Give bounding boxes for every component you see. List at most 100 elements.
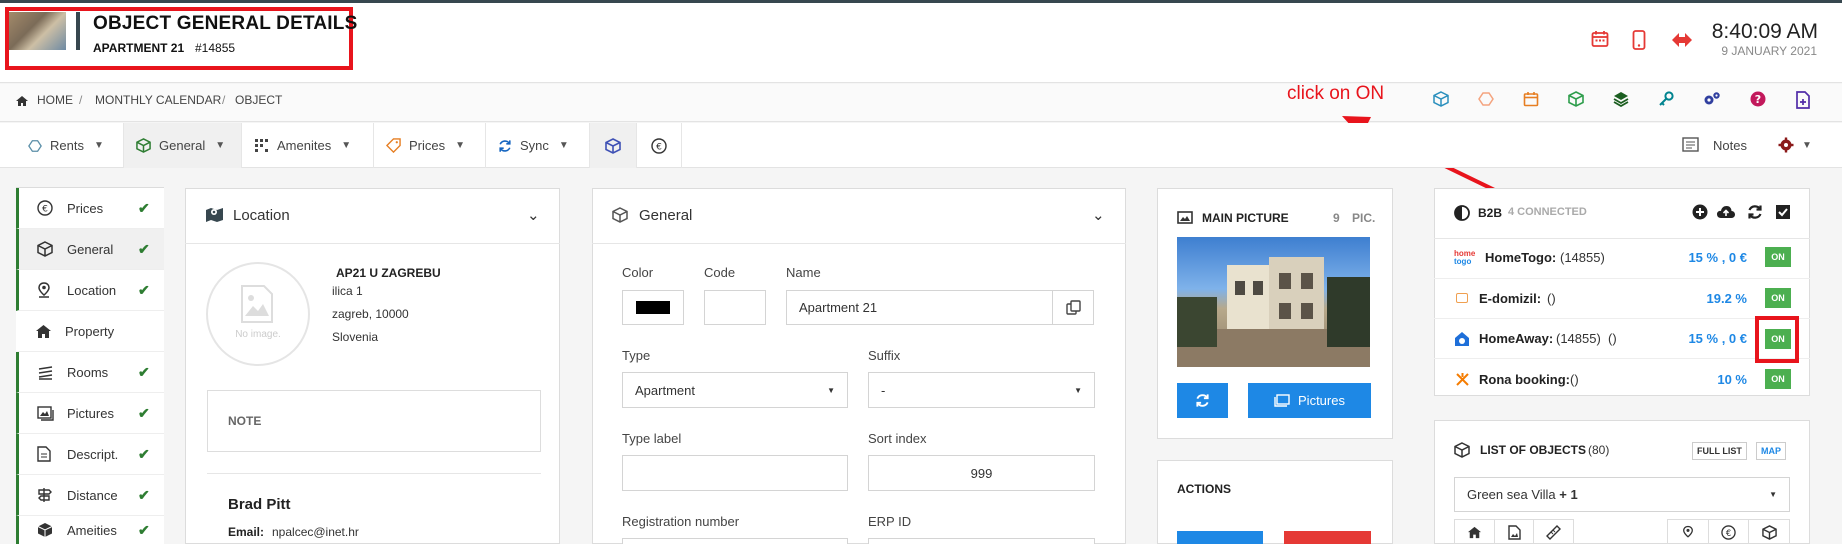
check-icon: ✔ <box>138 240 150 257</box>
property-name: AP21 U ZAGREBU <box>336 266 441 280</box>
images-icon <box>1274 394 1290 407</box>
map-button[interactable]: MAP <box>1756 442 1786 460</box>
sidebar-item-label: Ameities <box>67 522 117 538</box>
map-pin-icon[interactable] <box>1668 520 1709 544</box>
sidebar-item-distance[interactable]: Distance ✔ <box>16 475 164 516</box>
main-picture[interactable] <box>1177 237 1370 367</box>
tab-amenites[interactable]: Amenites ▼ <box>242 123 374 168</box>
selected-object-extra: + 1 <box>1559 487 1578 502</box>
sidebar-item-general[interactable]: General ✔ <box>16 229 164 270</box>
b2b-extra: () <box>1547 291 1556 306</box>
tab-general[interactable]: General ▼ <box>124 123 242 168</box>
pictures-button-label: Pictures <box>1298 393 1345 408</box>
cube-icon[interactable] <box>1749 520 1789 544</box>
picture-count-unit: PIC. <box>1352 211 1376 225</box>
svg-text:€: € <box>656 142 662 152</box>
type-select[interactable]: Apartment ▼ <box>622 372 848 408</box>
notes-button[interactable]: Notes <box>1713 138 1747 153</box>
type-value: Apartment <box>635 382 695 398</box>
sidebar-item-amenities[interactable]: Ameities ✔ <box>16 516 164 544</box>
caret-down-icon: ▼ <box>1074 385 1082 395</box>
color-picker[interactable] <box>622 290 684 325</box>
image-placeholder-icon <box>240 284 274 324</box>
sidebar-item-property[interactable]: Property <box>16 311 164 352</box>
tab-label: Prices <box>409 138 446 153</box>
chevron-down-icon: ▼ <box>455 140 466 151</box>
object-view-group <box>1454 519 1574 544</box>
sort-index-input[interactable]: 999 <box>868 455 1095 491</box>
owner-name: Brad Pitt <box>228 496 291 513</box>
selected-object: Green sea Villa <box>1467 487 1556 502</box>
image-file-icon[interactable] <box>1495 520 1535 544</box>
suffix-select[interactable]: - ▼ <box>868 372 1095 408</box>
type-label-label: Type label <box>622 431 682 446</box>
chevron-down-icon[interactable]: ⌄ <box>1092 206 1105 224</box>
erp-id-input[interactable] <box>868 538 1095 544</box>
b2b-on-toggle[interactable]: ON <box>1765 247 1791 267</box>
sidebar-item-label: Prices <box>67 200 104 216</box>
sidebar-item-label: Distance <box>67 487 118 503</box>
name-label: Name <box>786 265 821 280</box>
b2b-on-toggle[interactable]: ON <box>1765 329 1791 349</box>
sidebar-item-pictures[interactable]: Pictures ✔ <box>16 393 164 434</box>
tab-label: Sync <box>520 138 549 153</box>
ruler-icon[interactable] <box>1534 520 1573 544</box>
settings-menu[interactable]: ▼ <box>1778 137 1812 153</box>
check-icon: ✔ <box>138 199 150 216</box>
address-country: Slovenia <box>332 330 379 344</box>
euro-icon[interactable]: € <box>1709 520 1750 544</box>
copy-button[interactable] <box>1052 290 1094 325</box>
code-input[interactable] <box>704 290 766 325</box>
chevron-down-icon[interactable]: ⌄ <box>527 206 540 224</box>
owner-email[interactable]: npalcec@inet.hr <box>272 525 359 539</box>
note-label: NOTE <box>228 414 262 428</box>
full-list-button[interactable]: FULL LIST <box>1692 442 1747 460</box>
type-label-input[interactable] <box>622 455 848 491</box>
sidebar-item-location[interactable]: Location ✔ <box>16 270 164 311</box>
action-primary-button[interactable] <box>1177 531 1263 544</box>
list-of-objects-heading: LIST OF OBJECTS <box>1480 443 1587 457</box>
address-city: zagreb, 10000 <box>332 307 409 321</box>
tab-sync[interactable]: Sync ▼ <box>486 123 590 168</box>
object-select[interactable]: Green sea Villa + 1 ▼ <box>1454 477 1790 512</box>
tab-prices[interactable]: Prices ▼ <box>374 123 486 168</box>
sidebar-item-prices[interactable]: € Prices ✔ <box>16 188 164 229</box>
notes-icon[interactable] <box>1682 137 1699 152</box>
main-picture-heading: MAIN PICTURE <box>1202 211 1289 225</box>
image-icon <box>1177 211 1193 224</box>
pictures-button[interactable]: Pictures <box>1248 383 1371 418</box>
action-delete-button[interactable] <box>1284 531 1371 544</box>
tab-euro[interactable]: € <box>637 123 682 168</box>
check-icon: ✔ <box>138 363 150 380</box>
check-icon: ✔ <box>138 486 150 503</box>
add-circle-icon[interactable] <box>1692 204 1708 220</box>
general-heading: General <box>639 207 693 224</box>
refresh-picture-button[interactable] <box>1177 383 1228 418</box>
check-icon: ✔ <box>138 281 150 298</box>
house-icon[interactable] <box>1455 520 1495 544</box>
sidebar-item-label: Location <box>67 282 117 298</box>
document-icon <box>37 446 67 462</box>
tab-label: Amenites <box>277 138 332 153</box>
tab-cube[interactable] <box>590 123 637 168</box>
tab-rents[interactable]: Rents ▼ <box>16 123 124 168</box>
registration-number-input[interactable] <box>622 538 848 544</box>
caret-down-icon: ▼ <box>1769 490 1777 499</box>
check-icon: ✔ <box>138 521 150 538</box>
b2b-on-toggle[interactable]: ON <box>1765 288 1791 308</box>
refresh-icon[interactable] <box>1747 204 1763 220</box>
svg-text:€: € <box>42 205 48 215</box>
sidebar-item-description[interactable]: Descript. ✔ <box>16 434 164 475</box>
checkbox-icon[interactable] <box>1775 204 1791 220</box>
copy-icon <box>1065 300 1081 315</box>
name-input[interactable]: Apartment 21 <box>786 290 1053 325</box>
bed-icon <box>37 365 67 380</box>
b2b-on-toggle[interactable]: ON <box>1765 369 1791 389</box>
b2b-heading: B2B <box>1478 206 1503 220</box>
sidebar-item-rooms[interactable]: Rooms ✔ <box>16 352 164 393</box>
gear-icon <box>1778 137 1794 153</box>
tab-label: General <box>159 138 206 153</box>
cloud-upload-icon[interactable] <box>1716 204 1736 220</box>
homeaway-logo <box>1454 331 1470 347</box>
house-icon <box>35 324 65 339</box>
